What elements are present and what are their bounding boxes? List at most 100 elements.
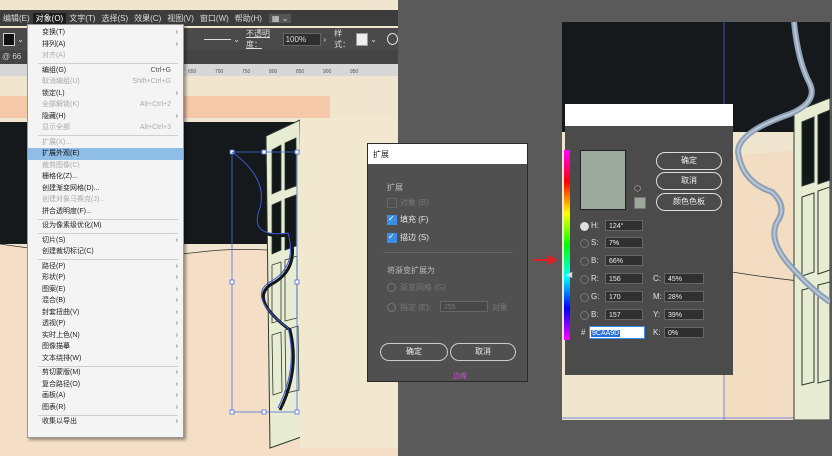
menu-item[interactable]: 取消编组(U) Shift+Ctrl+G xyxy=(28,76,183,88)
current-color-preview xyxy=(580,150,626,210)
cancel-button[interactable]: 取消 xyxy=(450,343,516,361)
style-swatch[interactable] xyxy=(356,32,369,46)
saturation-input[interactable]: 7% xyxy=(605,237,643,248)
green-radio[interactable] xyxy=(580,293,589,302)
menu-item[interactable]: 裁剪图像(C) xyxy=(28,160,183,172)
fill-swatch-icon[interactable] xyxy=(3,32,16,46)
menu-item[interactable]: 图像描摹 › xyxy=(28,341,183,353)
submenu-arrow-icon: › xyxy=(175,89,178,97)
magenta-input[interactable]: 28% xyxy=(664,291,704,302)
menu-item[interactable]: 图表(R) › xyxy=(28,402,183,414)
submenu-arrow-icon: › xyxy=(175,262,178,270)
menu-edit[interactable]: 编辑(E) xyxy=(0,13,33,24)
hue-slider-handle-icon[interactable]: ◀ xyxy=(566,270,572,279)
specify-label: 指定 (E): xyxy=(400,303,432,312)
opacity-label[interactable]: 不透明度： xyxy=(246,28,283,50)
menu-item[interactable]: 栅格化(Z)... xyxy=(28,171,183,183)
stroke-profile-dropdown[interactable]: ⌄ xyxy=(233,35,240,44)
specify-input[interactable]: 255 xyxy=(440,301,488,312)
web-safe-swatch[interactable] xyxy=(634,197,646,209)
black-input[interactable]: 0% xyxy=(664,327,704,338)
submenu-arrow-icon: › xyxy=(175,418,178,425)
document-tab[interactable]: @ 66 xyxy=(2,52,21,61)
saturation-radio[interactable] xyxy=(580,239,589,248)
gradient-mesh-label: 渐变网格 (G) xyxy=(400,283,446,292)
stroke-checkbox[interactable] xyxy=(387,232,397,243)
menu-item[interactable]: 剪切蒙版(M) › xyxy=(28,367,183,379)
style-dropdown-icon[interactable]: ⌄ xyxy=(370,35,377,44)
menu-effect[interactable]: 效果(C) xyxy=(131,13,164,24)
menu-item[interactable]: 透视(P) › xyxy=(28,318,183,330)
hex-input[interactable]: 9CAA9D xyxy=(589,326,645,339)
color-swatches-button[interactable]: 颜色色板 xyxy=(656,193,722,211)
menu-item[interactable]: 文本绕排(W) › xyxy=(28,353,183,365)
stroke-dropdown-icon[interactable]: ⌄ xyxy=(17,35,24,44)
red-radio[interactable] xyxy=(580,275,589,284)
yellow-input[interactable]: 39% xyxy=(664,309,704,320)
menu-item[interactable]: 封套扭曲(V) › xyxy=(28,307,183,319)
menu-item[interactable]: 创建渐变网格(D)... xyxy=(28,183,183,195)
menu-item[interactable]: 设为像素级优化(M) xyxy=(28,220,183,232)
red-input[interactable]: 156 xyxy=(605,273,643,284)
dialog-title-bar[interactable]: 扩展 xyxy=(368,144,527,164)
web-safe-cube-icon[interactable]: ⬡ xyxy=(634,184,641,193)
menu-view[interactable]: 视图(V) xyxy=(164,13,197,24)
submenu-arrow-icon: › xyxy=(175,274,178,281)
opacity-input[interactable]: 100% xyxy=(282,32,322,46)
menu-item[interactable]: 路径(P) › xyxy=(28,261,183,273)
menu-item[interactable]: 显示全部 Alt+Ctrl+3 xyxy=(28,122,183,134)
menu-item[interactable]: 锁定(L) › xyxy=(28,88,183,100)
workspace-switcher[interactable]: ▦ ⌄ xyxy=(268,13,292,23)
menu-item[interactable]: 收集以导出 › xyxy=(28,416,183,428)
menu-item[interactable]: 形状(P) › xyxy=(28,272,183,284)
hue-input[interactable]: 124° xyxy=(605,220,643,231)
fill-checkbox[interactable] xyxy=(387,214,397,225)
green-input[interactable]: 170 xyxy=(605,291,643,302)
menu-item-label: 对齐(A) xyxy=(42,52,66,59)
menu-type[interactable]: 文字(T) xyxy=(66,13,98,24)
submenu-arrow-icon: › xyxy=(175,285,178,293)
menu-item-label: 裁剪图像(C) xyxy=(42,161,80,169)
ruler-tick: 700 xyxy=(215,69,224,75)
menu-item-label: 显示全部 xyxy=(42,124,70,131)
menu-item[interactable]: 对齐(A) xyxy=(28,50,183,62)
ok-button[interactable]: 确定 xyxy=(380,343,448,361)
object-checkbox[interactable] xyxy=(387,198,397,208)
gradient-mesh-radio[interactable] xyxy=(387,283,396,292)
menu-item[interactable]: 混合(B) › xyxy=(28,295,183,307)
menu-item[interactable]: 扩展外观(E) xyxy=(28,148,183,160)
hue-slider[interactable] xyxy=(564,150,570,340)
menu-item[interactable]: 复合路径(O) › xyxy=(28,379,183,391)
menu-item[interactable]: 创建裁切标记(C) xyxy=(28,246,183,258)
picker-title-bar[interactable] xyxy=(565,104,733,126)
menu-item[interactable]: 图案(E) › xyxy=(28,284,183,296)
menu-help[interactable]: 帮助(H) xyxy=(232,13,265,24)
menu-object[interactable]: 对象(O) xyxy=(32,12,67,24)
menu-window[interactable]: 窗口(W) xyxy=(197,13,232,24)
menu-item[interactable]: 创建对象马赛克(J)... xyxy=(28,194,183,206)
menu-item[interactable]: 切片(S) › xyxy=(28,235,183,247)
cancel-button[interactable]: 取消 xyxy=(656,172,722,190)
blue-input[interactable]: 157 xyxy=(605,309,643,320)
opacity-arrow-icon[interactable]: › xyxy=(323,35,326,44)
menu-select[interactable]: 选择(S) xyxy=(98,13,131,24)
blue-radio[interactable] xyxy=(580,311,589,320)
menu-item-label: 锁定(L) xyxy=(42,89,65,97)
menu-item[interactable]: 画板(A) › xyxy=(28,390,183,402)
brightness-input[interactable]: 66% xyxy=(605,255,643,266)
recolor-icon[interactable] xyxy=(386,33,398,45)
menu-item[interactable]: 全部解锁(K) Alt+Ctrl+2 xyxy=(28,99,183,111)
menu-item[interactable]: 编组(G) Ctrl+G xyxy=(28,65,183,77)
specify-radio[interactable] xyxy=(387,303,396,312)
hue-radio[interactable] xyxy=(580,222,589,231)
menu-item[interactable]: 拼合透明度(F)... xyxy=(28,206,183,218)
menu-item[interactable]: 扩展(X)... xyxy=(28,137,183,149)
brightness-radio[interactable] xyxy=(580,257,589,266)
submenu-arrow-icon: › xyxy=(175,297,178,304)
menu-item[interactable]: 隐藏(H) › xyxy=(28,111,183,123)
ok-button[interactable]: 确定 xyxy=(656,152,722,170)
menu-item[interactable]: 实时上色(N) › xyxy=(28,330,183,342)
menu-item[interactable]: 变换(T) › xyxy=(28,27,183,39)
cyan-input[interactable]: 45% xyxy=(664,273,704,284)
menu-item[interactable]: 排列(A) › xyxy=(28,39,183,51)
